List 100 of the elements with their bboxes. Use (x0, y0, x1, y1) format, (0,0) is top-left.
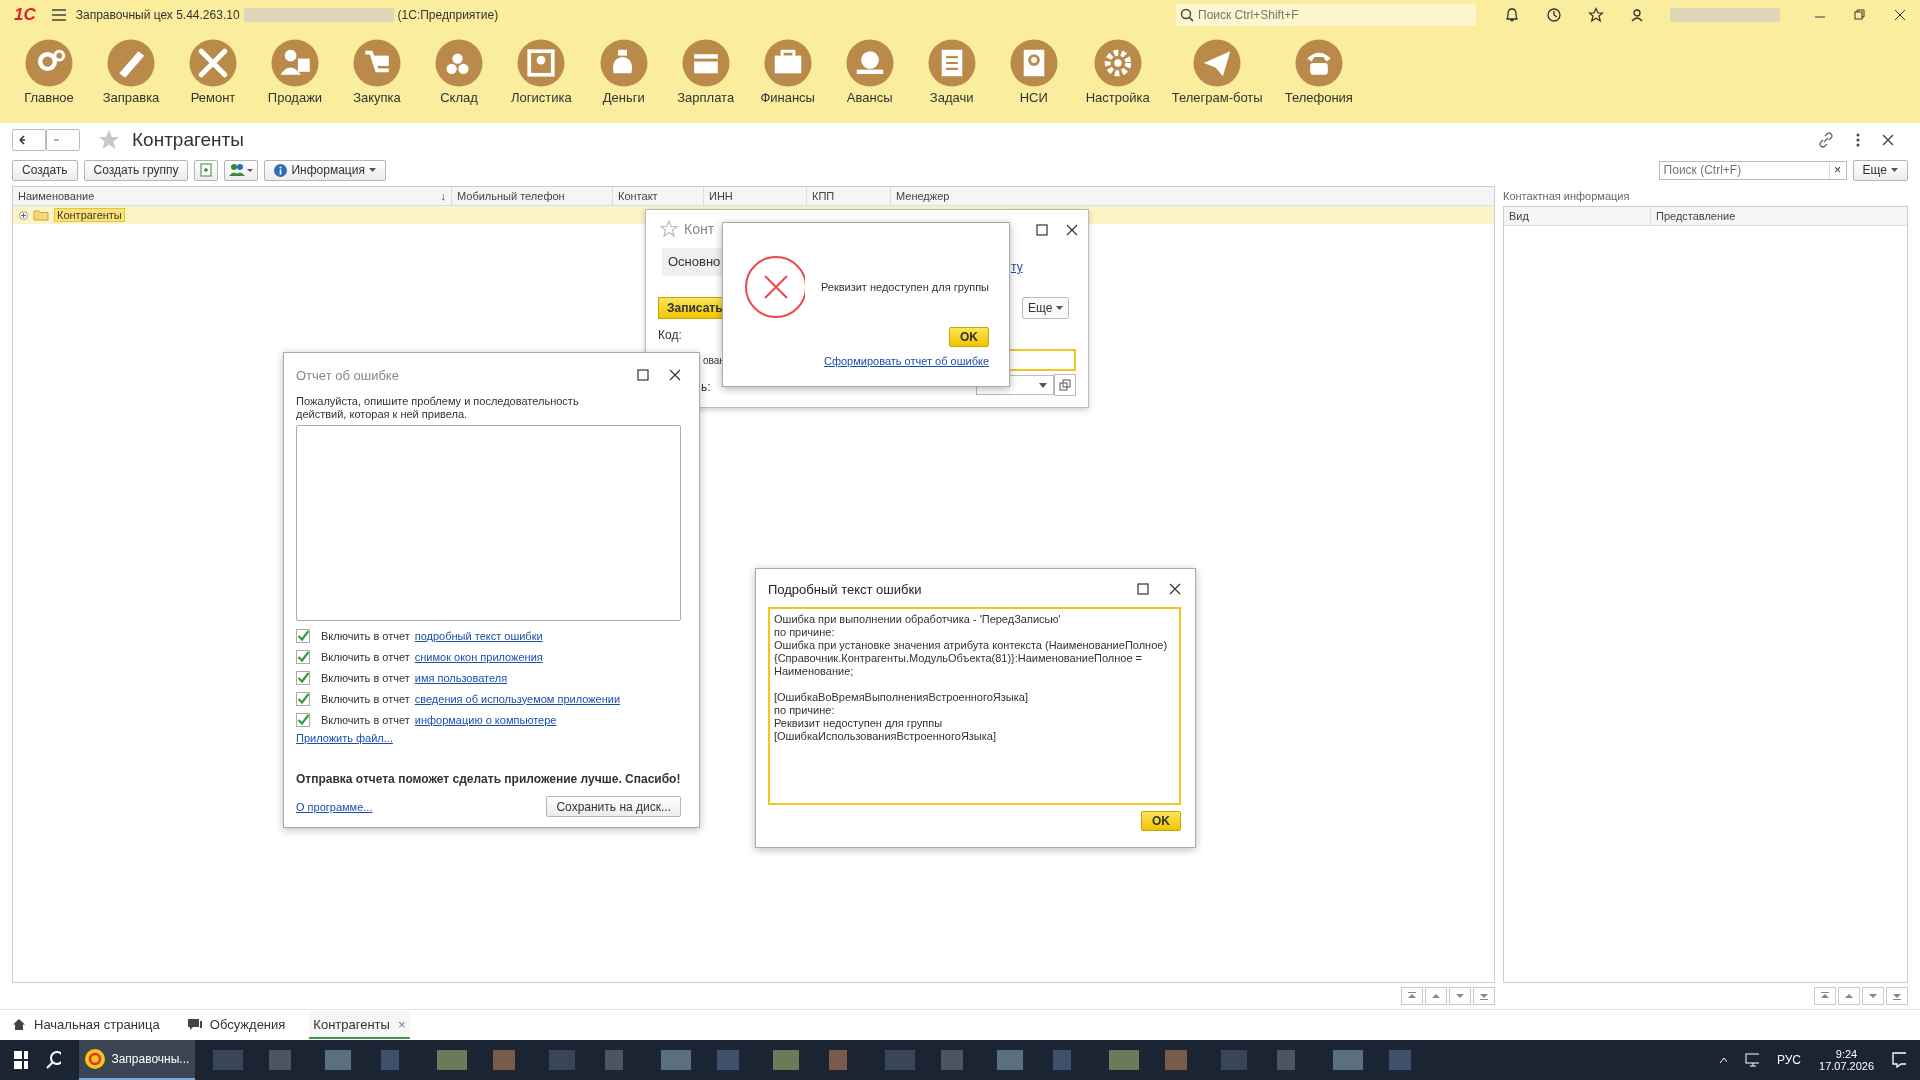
option-link[interactable]: снимок окон приложения (414, 650, 543, 663)
column-header[interactable]: Мобильный телефон (452, 187, 613, 205)
scroll-down-icon[interactable] (1449, 987, 1471, 1005)
bell-icon[interactable] (1504, 7, 1520, 23)
maximize-icon[interactable] (1036, 224, 1048, 236)
more-button[interactable]: Еще (1022, 297, 1070, 319)
scroll-up-icon[interactable] (1425, 987, 1447, 1005)
column-header[interactable]: Представление (1651, 207, 1907, 225)
scroll-up-icon[interactable] (1838, 987, 1860, 1005)
expand-icon[interactable] (19, 210, 28, 220)
restore-icon[interactable] (1854, 9, 1866, 21)
close-icon[interactable] (1066, 224, 1078, 236)
maximize-icon[interactable] (637, 369, 649, 381)
clear-button[interactable]: × (1828, 161, 1846, 179)
section-button[interactable]: Деньги (582, 38, 665, 105)
section-button[interactable]: Телеграм-боты (1160, 38, 1274, 105)
history-icon[interactable] (1546, 7, 1562, 23)
search-icon[interactable] (45, 1050, 62, 1070)
section-button[interactable]: Главное (8, 38, 90, 105)
open-tab[interactable]: Начальная страница (8, 1011, 164, 1039)
more-button[interactable]: Еще (1852, 159, 1908, 181)
scroll-down-icon[interactable] (1862, 987, 1884, 1005)
toolbar-button[interactable]: Создать группу (83, 159, 189, 181)
language-indicator[interactable]: РУС (1777, 1053, 1801, 1067)
scroll-bottom-icon[interactable] (1473, 987, 1495, 1005)
more-icon[interactable] (1856, 133, 1860, 147)
section-button[interactable]: Заправка (90, 38, 172, 105)
caret-icon (1891, 168, 1898, 172)
sort-arrow[interactable]: ↓ (440, 190, 446, 202)
toolbar-button[interactable]: Создать (12, 159, 78, 181)
option-link[interactable]: имя пользователя (414, 671, 508, 684)
ok-button[interactable]: OK (949, 327, 989, 347)
section-button[interactable]: Авансы (828, 38, 911, 105)
link-icon[interactable] (1818, 132, 1834, 148)
info-button[interactable]: Информация (264, 159, 386, 181)
people-icon (229, 163, 254, 177)
error-text-field[interactable] (768, 607, 1181, 805)
person-icon (270, 38, 320, 88)
checkbox[interactable] (296, 712, 310, 727)
users-button[interactable] (224, 159, 259, 181)
error-report-link[interactable]: Сформировать отчет об ошибке (824, 355, 989, 367)
menu-icon[interactable] (51, 9, 66, 21)
scroll-top-icon[interactable] (1401, 987, 1423, 1005)
section-button[interactable]: Ремонт (172, 38, 254, 105)
home-icon (12, 1017, 26, 1031)
star-icon[interactable] (660, 220, 678, 238)
windows-start-icon[interactable] (14, 1051, 28, 1069)
column-header[interactable]: Менеджер (891, 187, 1494, 205)
close-icon[interactable] (669, 369, 681, 381)
checkbox[interactable] (296, 649, 310, 664)
description-field[interactable] (296, 425, 681, 621)
section-button[interactable]: Закупка (336, 38, 418, 105)
close-tab-button[interactable]: × (397, 1016, 406, 1032)
option-label: Включить в отчет (321, 629, 410, 642)
checkbox[interactable] (296, 670, 310, 685)
section-button[interactable]: Финансы (746, 38, 829, 105)
section-button[interactable]: Зарплата (664, 38, 747, 105)
scroll-bottom-icon[interactable] (1886, 987, 1908, 1005)
checkbox[interactable] (296, 628, 310, 643)
checkbox[interactable] (296, 691, 310, 706)
save-to-disk-button[interactable]: Сохранить на диск... (546, 796, 681, 817)
about-link[interactable]: О программе... (296, 800, 373, 813)
section-button[interactable]: Логистика (500, 38, 583, 105)
taskbar-app-button[interactable]: Заправочны... (79, 1040, 196, 1080)
back-button[interactable] (12, 129, 46, 151)
open-tab[interactable]: Контрагенты × (309, 1011, 410, 1039)
option-link[interactable]: подробный текст ошибки (414, 629, 543, 642)
option-link[interactable]: информацию о компьютере (414, 713, 557, 726)
option-link[interactable]: сведения об используемом приложении (414, 692, 621, 705)
open-tab[interactable]: Обсуждения (183, 1011, 290, 1039)
info-icon (274, 163, 288, 177)
column-header[interactable]: ИНН (704, 187, 807, 205)
scroll-top-icon[interactable] (1814, 987, 1836, 1005)
notification-icon[interactable] (1892, 1052, 1906, 1068)
copy-button[interactable] (194, 159, 219, 181)
section-button[interactable]: Склад (418, 38, 500, 105)
chevron-up-icon[interactable] (1719, 1056, 1728, 1064)
close-icon[interactable] (1894, 9, 1906, 21)
form-link[interactable]: ту (1011, 260, 1023, 274)
column-header[interactable]: Контакт (613, 187, 704, 205)
section-button[interactable]: НСИ (992, 38, 1075, 105)
star-icon[interactable] (1588, 7, 1604, 23)
maximize-icon[interactable] (1137, 583, 1149, 595)
column-header[interactable]: Наименование ↓ (13, 187, 452, 205)
section-button[interactable]: Задачи (910, 38, 993, 105)
attach-file-link[interactable]: Приложить файл... (296, 732, 393, 744)
section-button[interactable]: Телефония (1273, 38, 1364, 105)
global-search-field[interactable]: Поиск Ctrl+Shift+F (1176, 4, 1476, 26)
close-icon[interactable] (1882, 134, 1894, 146)
section-button[interactable]: Продажи (254, 38, 336, 105)
ok-button[interactable]: OK (1141, 811, 1181, 831)
section-button[interactable]: Настройка (1074, 38, 1161, 105)
column-header[interactable]: КПП (807, 187, 891, 205)
open-icon[interactable] (1054, 374, 1076, 396)
network-icon[interactable] (1745, 1053, 1759, 1067)
close-icon[interactable] (1169, 583, 1181, 595)
error-text-line: [ОшибкаВоВремяВыполненияВстроенногоЯзыка] (774, 691, 1029, 704)
dialog-title: Отчет об ошибке (296, 367, 399, 383)
column-header[interactable]: Вид (1504, 207, 1651, 225)
star-icon[interactable] (98, 129, 120, 151)
